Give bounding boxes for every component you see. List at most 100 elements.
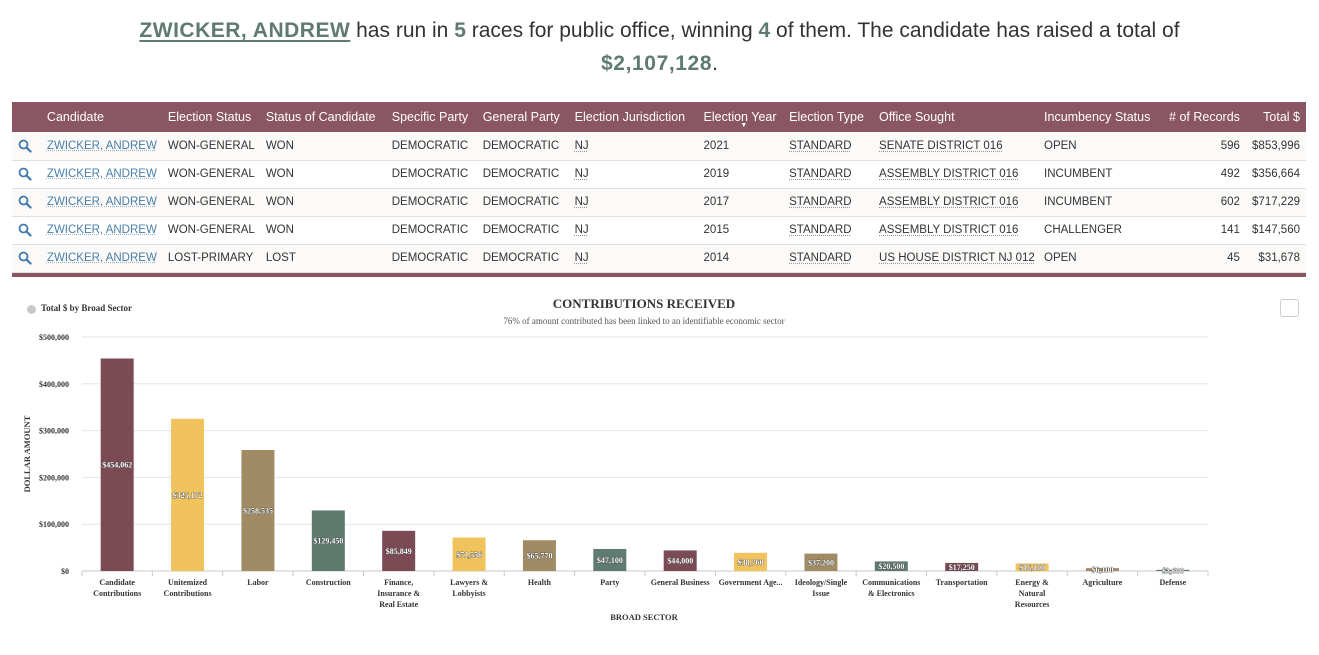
election-status-value: WON-GENERAL (167, 196, 255, 208)
header-total[interactable]: Total $ (1245, 102, 1306, 132)
category-label: Lobbyists (452, 589, 485, 598)
races-table: Candidate Election Status Status of Cand… (12, 102, 1306, 277)
header-election-jurisdiction[interactable]: Election Jurisdiction (568, 102, 698, 132)
races-count: 5 (454, 19, 466, 42)
election-status-value: WON-GENERAL (167, 168, 255, 180)
cell-status-of-candidate: WON (259, 188, 386, 217)
category-label: Lawyers & (450, 578, 488, 587)
cell-jurisdiction: NJ (568, 216, 698, 245)
header-candidate[interactable]: Candidate (40, 102, 162, 132)
office-sought-value[interactable]: SENATE DISTRICT 016 (879, 140, 1003, 152)
cell-election-type: STANDARD (783, 216, 874, 245)
header-specific-party[interactable]: Specific Party (385, 102, 477, 132)
election-type-value[interactable]: STANDARD (789, 252, 851, 264)
cell-election-status: LOST-PRIMARY (161, 244, 260, 273)
candidate-value[interactable]: ZWICKER, ANDREW (47, 168, 157, 180)
category-label: Contributions (93, 589, 141, 598)
office-sought-value[interactable]: US HOUSE DISTRICT NJ 012 (879, 252, 1035, 264)
office-sought-value[interactable]: ASSEMBLY DISTRICT 016 (879, 196, 1018, 208)
incumbency-status-value: INCUMBENT (1044, 196, 1113, 208)
candidate-value[interactable]: ZWICKER, ANDREW (47, 252, 157, 264)
cell-total: $147,560 (1245, 216, 1306, 245)
header-incumbency-status[interactable]: Incumbency Status (1038, 102, 1155, 132)
cell-election-year: 2019 (697, 160, 784, 189)
cell-election-status: WON-GENERAL (161, 216, 260, 245)
office-sought-value[interactable]: ASSEMBLY DISTRICT 016 (879, 168, 1018, 180)
cell-num-records: 141 (1154, 216, 1246, 245)
num-records-value: 596 (1220, 139, 1240, 152)
jurisdiction-value[interactable]: NJ (575, 168, 589, 180)
cell-candidate: ZWICKER, ANDREW (40, 216, 162, 245)
cell-election-year: 2021 (697, 132, 784, 161)
specific-party-value: DEMOCRATIC (391, 139, 469, 152)
header-office-sought[interactable]: Office Sought (873, 102, 1039, 132)
header-action (12, 102, 41, 132)
election-type-value[interactable]: STANDARD (789, 168, 851, 180)
cell-status-of-candidate: WON (259, 216, 386, 245)
header-election-year[interactable]: Election Year ▼ (697, 102, 784, 132)
jurisdiction-value[interactable]: NJ (575, 252, 589, 264)
magnifier-icon[interactable] (18, 167, 32, 181)
category-label: Transportation (936, 578, 988, 587)
cell-jurisdiction: NJ (568, 132, 698, 161)
magnifier-icon[interactable] (18, 251, 32, 265)
jurisdiction-value[interactable]: NJ (575, 224, 589, 236)
cell-incumbency-status: OPEN (1038, 132, 1155, 161)
jurisdiction-value[interactable]: NJ (575, 140, 589, 152)
cell-specific-party: DEMOCRATIC (385, 188, 477, 217)
election-type-value[interactable]: STANDARD (789, 224, 851, 236)
election-year-value: 2019 (703, 168, 730, 180)
cell-num-records: 596 (1154, 132, 1246, 161)
bar-value-label: $65,770 (526, 552, 552, 561)
office-sought-value[interactable]: ASSEMBLY DISTRICT 016 (879, 224, 1018, 236)
election-type-value[interactable]: STANDARD (789, 140, 851, 152)
election-year-value: 2021 (703, 139, 730, 152)
x-axis-label: BROAD SECTOR (610, 612, 678, 622)
cell-incumbency-status: INCUMBENT (1038, 188, 1155, 217)
candidate-value[interactable]: ZWICKER, ANDREW (47, 140, 157, 152)
general-party-value: DEMOCRATIC (482, 224, 560, 236)
y-axis-label: DOLLAR AMOUNT (22, 415, 32, 492)
bar-value-label: $47,100 (597, 556, 623, 565)
table-row: ZWICKER, ANDREW LOST-PRIMARY LOST DEMOCRATI… (12, 244, 1306, 273)
cell-jurisdiction: NJ (568, 160, 698, 189)
candidate-name-link[interactable]: ZWICKER, ANDREW (139, 19, 350, 42)
total-raised: $2,107,128 (601, 52, 713, 75)
header-general-party[interactable]: General Party (476, 102, 569, 132)
bar-value-label: $38,760 (738, 558, 764, 567)
cell-specific-party: DEMOCRATIC (385, 132, 477, 161)
cell-office-sought: US HOUSE DISTRICT NJ 012 (873, 244, 1039, 273)
category-label: Resources (1015, 600, 1050, 609)
cell-total: $853,996 (1245, 132, 1306, 161)
incumbency-status-value: INCUMBENT (1044, 168, 1113, 180)
general-party-value: DEMOCRATIC (482, 139, 560, 152)
candidate-value[interactable]: ZWICKER, ANDREW (47, 196, 157, 208)
bar-value-label: $16,100 (1019, 563, 1045, 572)
category-label: Labor (247, 578, 269, 587)
category-label: Contributions (164, 589, 212, 598)
total-value: $356,664 (1252, 168, 1300, 180)
cell-status-of-candidate: WON (259, 132, 386, 161)
cell-num-records: 45 (1154, 244, 1246, 273)
bar-value-label: $20,500 (878, 562, 904, 571)
header-num-records[interactable]: # of Records (1154, 102, 1246, 132)
y-tick-label: $400,000 (39, 380, 69, 389)
header-election-type[interactable]: Election Type (783, 102, 874, 132)
cell-candidate: ZWICKER, ANDREW (40, 132, 162, 161)
headline-text: . (712, 52, 718, 75)
magnifier-icon[interactable] (18, 195, 32, 209)
magnifier-icon[interactable] (18, 223, 32, 237)
table-row: ZWICKER, ANDREW WON-GENERAL WON DEMOCRATIC D… (12, 132, 1306, 161)
header-election-status[interactable]: Election Status (161, 102, 260, 132)
status-of-candidate-value: WON (265, 224, 294, 236)
cell-election-year: 2017 (697, 188, 784, 217)
table-row: ZWICKER, ANDREW WON-GENERAL WON DEMOCRATIC D… (12, 216, 1306, 245)
chart-plot: $0 $100,000 $200,000 $300,000 $400,000 $500,0… (22, 333, 1209, 622)
cell-election-type: STANDARD (783, 160, 874, 189)
election-type-value[interactable]: STANDARD (789, 196, 851, 208)
magnifier-icon[interactable] (18, 139, 32, 153)
candidate-value[interactable]: ZWICKER, ANDREW (47, 224, 157, 236)
cell-candidate: ZWICKER, ANDREW (40, 188, 162, 217)
header-status-of-candidate[interactable]: Status of Candidate (259, 102, 386, 132)
jurisdiction-value[interactable]: NJ (575, 196, 589, 208)
